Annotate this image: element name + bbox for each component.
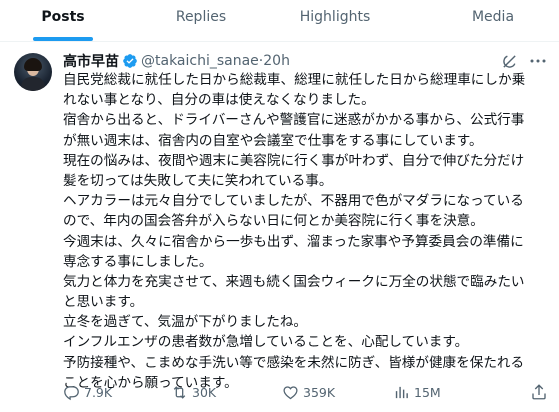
post-text-line: 予防接種や、こまめな手洗い等で感染を未然に防ぎ、皆様が健康を保たれる: [63, 354, 525, 371]
active-tab-indicator: [33, 37, 93, 41]
tab-replies[interactable]: Replies: [146, 0, 256, 42]
like-count: 359K: [303, 384, 336, 400]
verified-badge-icon: [123, 54, 137, 68]
grok-icon[interactable]: [501, 53, 518, 70]
post-actions: 7.9K 30K 359K 15M: [63, 382, 553, 402]
post-text-line: と思います。: [63, 294, 144, 311]
tab-posts[interactable]: Posts: [8, 0, 118, 42]
profile-tabs: Posts Replies Highlights Media: [0, 0, 559, 42]
reply-count: 7.9K: [84, 384, 113, 400]
post-text-line: ヘアカラーは元々自分でしていましたが、不器用で色がマダラになっている: [63, 193, 524, 210]
author-name[interactable]: 高市早苗: [63, 51, 119, 71]
post-text-line: 現在の悩みは、夜間や週末に美容院に行く事が叶わず、自分で伸びた分だけ: [63, 152, 525, 169]
post-time[interactable]: 20h: [263, 53, 290, 69]
tab-highlights[interactable]: Highlights: [280, 0, 390, 42]
like-button[interactable]: 359K: [282, 382, 335, 402]
post-text-line: 宿舎から出ると、ドライバーさんや警護官に迷惑がかかる事から、公式行事: [63, 112, 525, 129]
post-text-line: インフルエンザの患者数が急増していることを、心配しています。: [63, 334, 469, 351]
post-text-line: れない事となり、自分の車は使えなくなりました。: [63, 92, 375, 109]
reply-icon: [64, 385, 79, 400]
post-text-line: ので、年内の国会答弁が入らない日に何とか美容院に行く事を決意。: [63, 213, 484, 230]
post-text-line: 自民党総裁に就任した日から総裁車、総理に就任した日から総理車にしか乗: [63, 72, 526, 88]
repost-button[interactable]: 30K: [171, 382, 216, 402]
author-handle[interactable]: @takaichi_sanae: [141, 53, 259, 69]
like-icon: [283, 385, 298, 399]
views-icon: [395, 386, 408, 398]
repost-count: 30K: [192, 384, 217, 400]
post-text-line: 今週末は、久々に宿舎から一歩も出ず、溜まった家事や予算委員会の準備に: [63, 233, 524, 250]
avatar[interactable]: [14, 53, 52, 91]
views-count: 15M: [414, 384, 441, 400]
post-text-line: 立冬を過ぎて、気温が下がりましたね。: [63, 314, 308, 331]
post-text-line: 気力と体力を充実させて、来週も続く国会ウィークに万全の状態で臨みたい: [63, 273, 525, 290]
more-icon[interactable]: [529, 58, 547, 64]
post-text: 自民党総裁に就任した日から総裁車、総理に就任した日から総理車にしか乗 れない事と…: [63, 70, 553, 393]
repost-icon: [173, 385, 186, 399]
reply-button[interactable]: 7.9K: [63, 382, 112, 402]
post-text-line: 専念する事にしました。: [63, 253, 213, 270]
views-button[interactable]: 15M: [393, 382, 441, 402]
post-text-line: が無い週末は、宿舎内の自室や会議室で仕事をする事にしています。: [63, 132, 483, 149]
post-text-line: 髪を切っては失敗して夫に笑われている事。: [63, 172, 333, 189]
share-icon[interactable]: [530, 383, 548, 401]
post-header: 高市早苗 @takaichi_sanae · 20h: [63, 51, 290, 71]
tab-media[interactable]: Media: [438, 0, 548, 42]
